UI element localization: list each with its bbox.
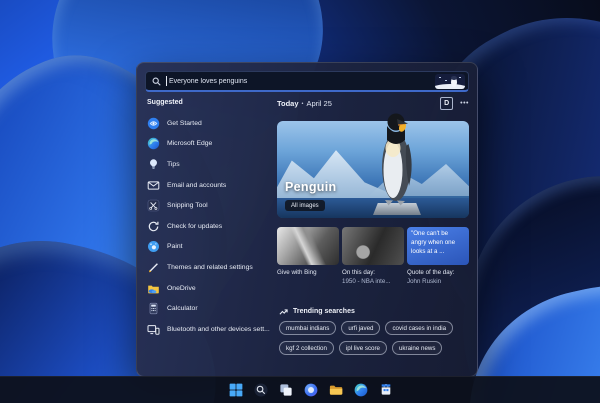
envelope-icon <box>147 179 160 192</box>
all-images-button[interactable]: All images <box>285 200 325 211</box>
text-caret <box>166 76 167 86</box>
trending-chip[interactable]: mumbai indians <box>279 321 337 335</box>
taskbar <box>0 376 600 403</box>
card-thumbnail <box>277 227 339 265</box>
suggested-item-bluetooth-devices[interactable]: Bluetooth and other devices sett... <box>147 319 277 340</box>
trending-chip[interactable]: ukraine news <box>391 341 443 355</box>
quote-text: "One can't be angry when one looks at a … <box>407 227 469 265</box>
trending-chip[interactable]: covid cases in india <box>385 321 454 335</box>
onedrive-folder-icon <box>147 282 160 295</box>
suggested-item-calculator[interactable]: Calculator <box>147 298 277 319</box>
search-flyout: Everyone loves penguins Suggested Get St… <box>136 62 478 377</box>
suggested-title: Suggested <box>147 99 183 106</box>
daily-section: Today • April 25 D ••• Penguin All image… <box>277 97 469 377</box>
suggested-item-check-updates[interactable]: Check for updates <box>147 216 277 237</box>
paint-palette-icon <box>147 240 160 253</box>
suggested-item-paint[interactable]: Paint <box>147 237 277 258</box>
card-give-with-bing[interactable]: Give with Bing <box>277 227 339 287</box>
tips-lightbulb-icon <box>147 158 160 171</box>
penguin-doodle-illustration <box>435 73 465 89</box>
get-started-icon <box>147 117 160 130</box>
hero-title: Penguin <box>285 180 337 194</box>
task-view-icon <box>280 384 292 396</box>
suggested-item-email-accounts[interactable]: Email and accounts <box>147 175 277 196</box>
card-quote-of-the-day[interactable]: "One can't be angry when one looks at a … <box>407 227 469 287</box>
taskbar-search-button[interactable] <box>252 381 271 400</box>
task-view-button[interactable] <box>277 381 296 400</box>
snipping-tool-icon <box>147 199 160 212</box>
edge-icon <box>147 137 160 150</box>
card-thumbnail <box>342 227 404 265</box>
card-caption: Give with Bing <box>277 269 317 276</box>
suggested-item-onedrive[interactable]: OneDrive <box>147 278 277 299</box>
widgets-icon <box>304 383 318 397</box>
profile-badge[interactable]: D <box>440 97 454 110</box>
microsoft-store-button[interactable] <box>377 381 396 400</box>
edge-icon <box>354 383 368 397</box>
card-caption: Quote of the day: John Ruskin <box>407 269 455 285</box>
file-explorer-button[interactable] <box>327 381 346 400</box>
sync-arrows-icon <box>147 220 160 233</box>
trending-title: Trending searches <box>293 308 355 315</box>
date-label: April 25 <box>306 99 332 108</box>
card-caption: On this day: 1950 - NBA inte... <box>342 269 391 285</box>
card-on-this-day[interactable]: On this day: 1950 - NBA inte... <box>342 227 404 287</box>
trending-chip[interactable]: ipl live score <box>338 341 387 355</box>
trending-chip[interactable]: urfi javed <box>341 321 381 335</box>
today-label: Today <box>277 99 299 108</box>
trending-icon <box>279 309 288 315</box>
trending-header: Trending searches <box>279 307 355 316</box>
more-options-icon[interactable]: ••• <box>460 100 469 107</box>
penguin-illustration <box>382 113 412 206</box>
suggested-item-tips[interactable]: Tips <box>147 154 277 175</box>
daily-header: Today • April 25 D ••• <box>277 97 469 110</box>
suggested-item-microsoft-edge[interactable]: Microsoft Edge <box>147 134 277 155</box>
devices-icon <box>147 323 160 336</box>
suggested-item-themes[interactable]: Themes and related settings <box>147 257 277 278</box>
brush-pencil-icon <box>147 261 160 274</box>
calculator-icon <box>147 302 160 315</box>
store-bag-icon <box>381 384 391 395</box>
hero-image-card[interactable]: Penguin All images <box>277 113 469 218</box>
start-button[interactable] <box>227 381 246 400</box>
search-icon <box>254 383 268 397</box>
suggested-item-snipping-tool[interactable]: Snipping Tool <box>147 195 277 216</box>
widgets-button[interactable] <box>302 381 321 400</box>
edge-browser-button[interactable] <box>352 381 371 400</box>
trending-chip[interactable]: kgf 2 collection <box>279 341 334 355</box>
suggested-item-get-started[interactable]: Get Started <box>147 113 277 134</box>
search-icon <box>152 77 161 86</box>
trending-chips: mumbai indians urfi javed covid cases in… <box>279 321 469 355</box>
dot-separator: • <box>301 100 304 107</box>
search-query-text: Everyone loves penguins <box>169 77 248 85</box>
daily-cards: Give with Bing On this day: 1950 - NBA i… <box>277 227 469 287</box>
screen: Everyone loves penguins Suggested Get St… <box>0 0 600 403</box>
search-input[interactable]: Everyone loves penguins <box>145 71 469 92</box>
suggested-section: Suggested Get Started Microsoft Edge Tip… <box>147 99 277 340</box>
windows-logo-icon <box>229 383 243 397</box>
folder-icon <box>329 385 343 395</box>
